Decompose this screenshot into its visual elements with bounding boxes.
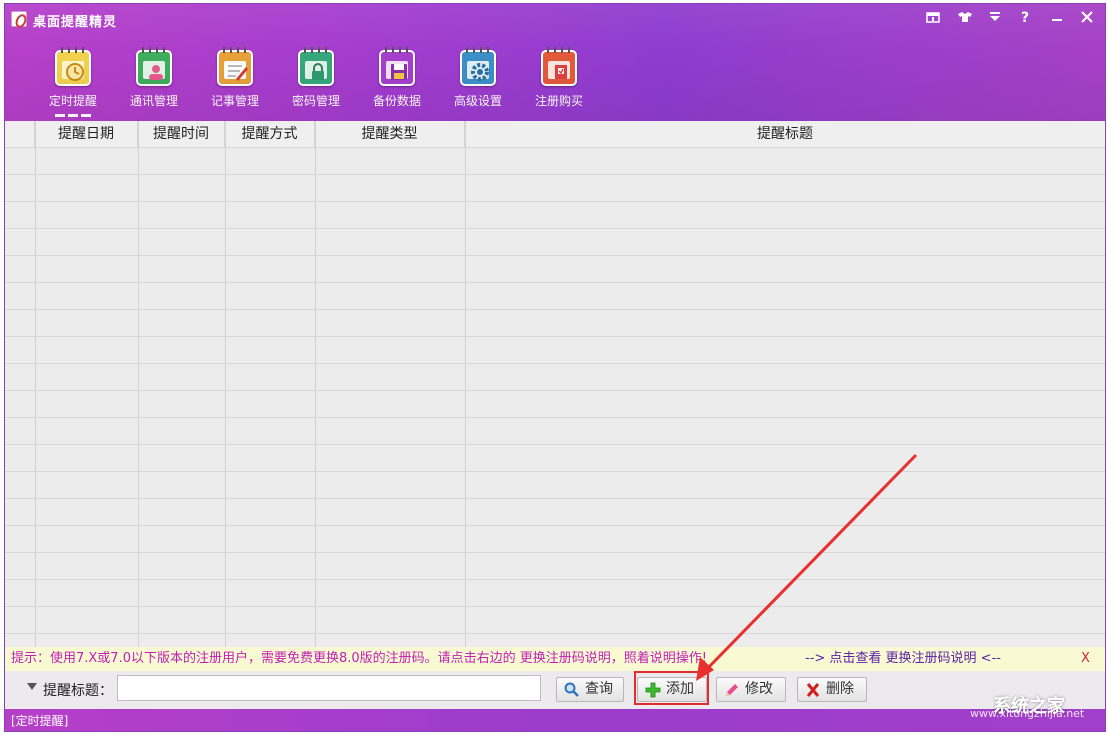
- register-buy-icon: [541, 47, 577, 86]
- notes-icon: [217, 47, 253, 86]
- table-row[interactable]: [5, 283, 1105, 310]
- timer-reminder-icon: [55, 47, 91, 86]
- toolbar-notes[interactable]: 记事管理: [199, 47, 271, 120]
- pencil-icon: [726, 684, 738, 696]
- table-row[interactable]: [5, 445, 1105, 472]
- calendar-icon[interactable]: [921, 8, 945, 28]
- column-divider: [465, 121, 466, 647]
- app-title: 桌面提醒精灵: [33, 15, 118, 30]
- edit-button-label: 修改: [745, 681, 773, 697]
- status-bar: [定时提醒]: [5, 709, 1105, 731]
- watermark-url: www.xitongzhijia.net: [970, 707, 1085, 720]
- edit-button[interactable]: 修改: [716, 677, 786, 702]
- gear-settings-icon: [460, 47, 496, 86]
- table-row[interactable]: [5, 148, 1105, 175]
- table-row[interactable]: [5, 418, 1105, 445]
- column-header-date[interactable]: 提醒日期: [35, 121, 138, 148]
- search-label: 提醒标题：: [43, 683, 113, 699]
- table-row[interactable]: [5, 310, 1105, 337]
- hint-bar: 提示：使用7.X或7.0以下版本的注册用户，需要免费更换8.0版的注册码。请点击…: [5, 647, 1105, 671]
- column-header-time[interactable]: 提醒时间: [138, 121, 225, 148]
- titlebar: 桌面提醒精灵 ?: [5, 4, 1105, 32]
- skin-shirt-icon[interactable]: [953, 8, 977, 28]
- delete-button-label: 删除: [826, 681, 854, 697]
- table-row[interactable]: [5, 175, 1105, 202]
- app-window: 桌面提醒精灵 ? 定时提醒 通讯管理 记事管理 密码管理 备份数据 高级设置 注…: [4, 3, 1106, 732]
- toolbar-label: 高级设置: [453, 94, 502, 108]
- column-header-method[interactable]: 提醒方式: [225, 121, 315, 148]
- table-row[interactable]: [5, 337, 1105, 364]
- minimize-icon[interactable]: [1045, 8, 1069, 28]
- toolbar-label: 备份数据: [372, 94, 421, 108]
- column-divider: [225, 121, 226, 647]
- collapse-arrow-icon[interactable]: [27, 683, 37, 690]
- row-header-cell: [5, 121, 35, 148]
- table-row[interactable]: [5, 553, 1105, 580]
- toolbar-label: 注册购买: [534, 94, 583, 108]
- table-row[interactable]: [5, 499, 1105, 526]
- help-icon[interactable]: ?: [1013, 8, 1037, 28]
- toolbar-label: 通讯管理: [129, 94, 178, 108]
- backup-disk-icon: [379, 47, 415, 86]
- title-search-input[interactable]: [117, 675, 541, 701]
- toolbar-passwords[interactable]: 密码管理: [280, 47, 352, 120]
- toolbar-label: 密码管理: [291, 94, 340, 108]
- hint-text: 提示：使用7.X或7.0以下版本的注册用户，需要免费更换8.0版的注册码。请点击…: [11, 651, 708, 666]
- toolbar-advanced-settings[interactable]: 高级设置: [442, 47, 514, 120]
- table-row[interactable]: [5, 607, 1105, 634]
- column-divider: [315, 121, 316, 647]
- query-button[interactable]: 查询: [556, 677, 624, 702]
- table-row[interactable]: [5, 526, 1105, 553]
- toolbar-label: 定时提醒: [48, 94, 97, 108]
- active-tab-indicator: [55, 114, 93, 117]
- table-row[interactable]: [5, 472, 1105, 499]
- table-row[interactable]: [5, 634, 1105, 647]
- toolbar-register-buy[interactable]: 注册购买: [523, 47, 595, 120]
- reminder-table[interactable]: 提醒日期 提醒时间 提醒方式 提醒类型 提醒标题: [5, 121, 1105, 647]
- table-row[interactable]: [5, 229, 1105, 256]
- table-row[interactable]: [5, 202, 1105, 229]
- toolbar-timer-reminder[interactable]: 定时提醒: [37, 47, 109, 120]
- table-row[interactable]: [5, 580, 1105, 607]
- close-icon[interactable]: [1075, 8, 1099, 28]
- contacts-icon: [136, 47, 172, 86]
- toolbar-backup[interactable]: 备份数据: [361, 47, 433, 120]
- table-header: 提醒日期 提醒时间 提醒方式 提醒类型 提醒标题: [5, 121, 1105, 148]
- hint-close-button[interactable]: X: [1081, 647, 1090, 671]
- password-lock-icon: [298, 47, 334, 86]
- delete-button[interactable]: 删除: [797, 677, 867, 702]
- table-row[interactable]: [5, 256, 1105, 283]
- delete-x-icon: [806, 683, 820, 697]
- query-button-label: 查询: [585, 681, 613, 697]
- search-area: 提醒标题： 查询 添加 修改 删除: [5, 671, 1105, 709]
- column-divider: [138, 121, 139, 647]
- toolbar-contacts[interactable]: 通讯管理: [118, 47, 190, 120]
- table-row[interactable]: [5, 364, 1105, 391]
- column-divider: [35, 121, 36, 647]
- dropdown-menu-icon[interactable]: [983, 8, 1007, 28]
- toolbar-label: 记事管理: [210, 94, 259, 108]
- status-text: [定时提醒]: [11, 714, 69, 728]
- table-row[interactable]: [5, 391, 1105, 418]
- add-button-highlight-box: [634, 671, 709, 705]
- header: 桌面提醒精灵 ? 定时提醒 通讯管理 记事管理 密码管理 备份数据 高级设置 注…: [5, 4, 1105, 121]
- search-icon: [564, 682, 579, 697]
- app-logo-icon: [11, 11, 27, 27]
- change-code-link[interactable]: --> 点击查看 更换注册码说明 <--: [805, 647, 1001, 671]
- column-header-type[interactable]: 提醒类型: [315, 121, 465, 148]
- column-header-title[interactable]: 提醒标题: [465, 121, 1105, 148]
